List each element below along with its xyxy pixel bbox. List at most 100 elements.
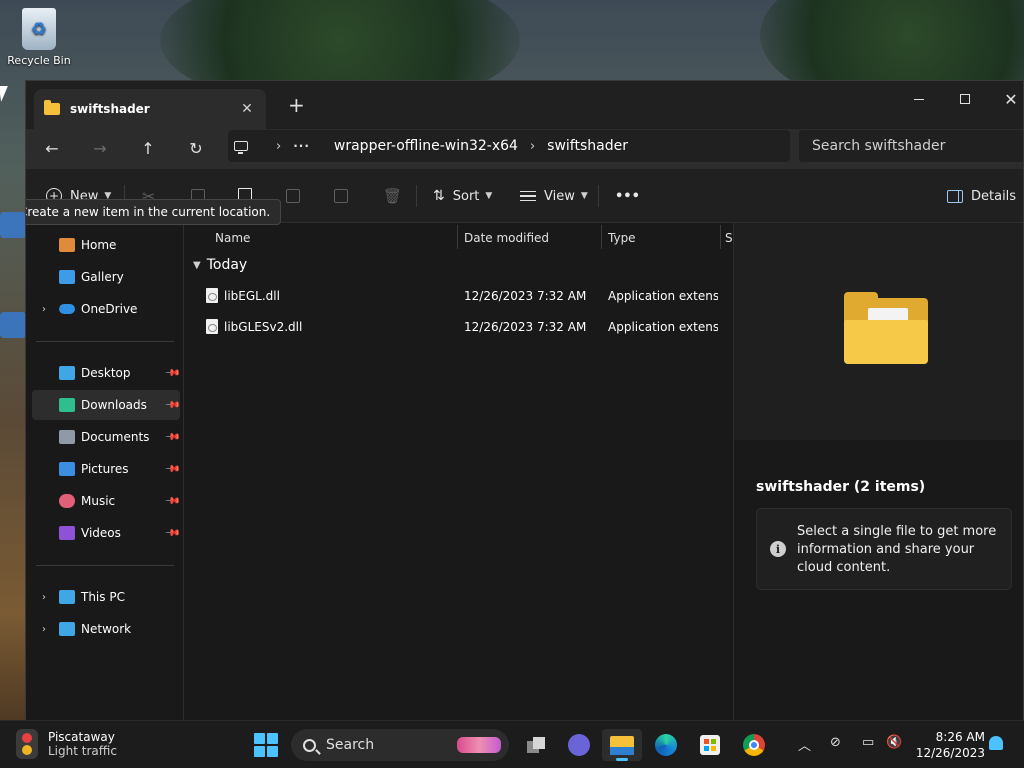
breadcrumb-wrapper[interactable]: wrapper-offline-win32-x64 [334,138,518,154]
desktop-partial-icon[interactable] [0,212,26,238]
preview-area [734,223,1023,440]
view-label: View [544,188,575,204]
home-icon [59,238,75,252]
search-highlight-icon [457,737,501,753]
sidebar-item-pictures[interactable]: Pictures 📌 [32,454,180,484]
pin-icon[interactable]: 📌 [163,397,180,414]
sidebar-item-music[interactable]: Music 📌 [32,486,180,516]
desktop-recycle-bin[interactable]: ♻ Recycle Bin [4,8,74,67]
details-button[interactable]: Details [947,181,1016,211]
store-icon [700,735,720,755]
desktop-partial-icon[interactable] [0,312,26,338]
file-date: 12/26/2023 7:32 AM [464,289,587,303]
delete-button[interactable]: 🗑 [383,181,402,211]
table-row[interactable]: libEGL.dll 12/26/2023 7:32 AM Applicatio… [185,281,733,311]
store-taskbar-button[interactable] [690,729,730,761]
tray-overflow-chevron-icon[interactable]: ︿ [798,735,811,754]
taskbar: Piscataway Light traffic Search ︿ ⊘ ▭ 🔇 … [0,720,1024,768]
table-row[interactable]: libGLESv2.dll 12/26/2023 7:32 AM Applica… [185,312,733,342]
sidebar-item-onedrive[interactable]: › OneDrive [32,294,180,324]
sidebar-item-label: Gallery [81,270,124,284]
edge-taskbar-button[interactable] [646,729,686,761]
sidebar-item-home[interactable]: Home [32,230,180,260]
trash-icon: 🗑 [383,187,403,205]
minimize-button[interactable] [896,85,942,113]
weather-widget[interactable]: Piscataway Light traffic [16,729,117,759]
taskbar-search[interactable]: Search [291,729,509,761]
start-button[interactable] [254,733,278,757]
maximize-button[interactable] [942,85,988,113]
file-explorer-window: swiftshader ✕ + ✕ ← → ↑ ↻ › ··· wrapper-… [25,80,1024,721]
sort-label: Sort [452,188,480,204]
chevron-down-icon: ▼ [580,191,588,201]
pin-icon[interactable]: 📌 [163,525,180,542]
minimize-icon [914,98,924,100]
view-lines-icon [520,188,536,205]
display-icon[interactable]: ▭ [862,735,874,750]
more-options-button[interactable]: ••• [615,181,640,211]
active-indicator [616,758,628,761]
details-label: Details [971,188,1017,204]
share-icon [334,189,348,203]
pictures-icon [59,462,75,476]
chevron-right-icon[interactable]: › [42,592,46,603]
column-header-type[interactable]: Type [602,223,720,253]
search-icon [303,738,316,752]
search-input[interactable]: Search swiftshader [799,130,1023,162]
sidebar-item-this-pc[interactable]: › This PC [32,582,180,612]
chevron-right-icon[interactable]: › [42,624,46,635]
sidebar-item-downloads[interactable]: Downloads 📌 [32,390,180,420]
file-explorer-taskbar-button[interactable] [602,729,642,761]
column-header-name[interactable]: Name [209,223,459,253]
details-info-text: Select a single file to get more informa… [797,524,997,575]
meet-app-button[interactable] [559,729,599,761]
close-window-button[interactable]: ✕ [988,85,1023,113]
sidebar-item-label: Music [81,494,116,508]
breadcrumb-swiftshader[interactable]: swiftshader [547,138,628,154]
share-button[interactable] [334,181,348,211]
pin-icon[interactable]: 📌 [163,365,180,382]
notification-bell-icon[interactable] [989,736,1003,750]
new-tab-button[interactable]: + [288,93,305,117]
sidebar-item-documents[interactable]: Documents 📌 [32,422,180,452]
sort-button[interactable]: ⇅ Sort ▼ [433,181,492,211]
breadcrumb-overflow-button[interactable]: ··· [293,139,310,153]
rename-icon [286,189,300,203]
divider [36,565,174,566]
sidebar-item-label: Network [81,622,132,636]
rename-button[interactable] [286,181,300,211]
clock[interactable]: 8:26 AM 12/26/2023 [905,729,985,761]
file-date: 12/26/2023 7:32 AM [464,320,587,334]
details-pane-icon [947,189,963,203]
forward-button[interactable]: → [84,133,116,163]
column-header-size[interactable]: S [721,223,733,253]
pin-icon[interactable]: 📌 [163,429,180,446]
chevron-right-icon[interactable]: › [42,304,46,315]
sidebar-item-label: Desktop [81,366,131,380]
folder-icon [44,100,60,115]
sidebar-item-network[interactable]: › Network [32,614,180,644]
network-offline-icon[interactable]: ⊘ [830,735,841,750]
clock-time: 8:26 AM [935,730,985,744]
volume-muted-icon[interactable]: 🔇 [886,735,902,750]
view-button[interactable]: View ▼ [520,181,588,211]
chrome-taskbar-button[interactable] [734,729,774,761]
pin-icon[interactable]: 📌 [163,461,180,478]
arrow-right-icon: → [93,138,107,158]
up-button[interactable]: ↑ [132,133,164,163]
sidebar-item-label: Videos [81,526,121,540]
sidebar-item-videos[interactable]: Videos 📌 [32,518,180,548]
sidebar-item-gallery[interactable]: Gallery [32,262,180,292]
back-button[interactable]: ← [36,133,68,163]
address-bar[interactable]: › ··· wrapper-offline-win32-x64 › swifts… [228,130,790,162]
arrow-left-icon: ← [45,138,59,158]
group-header-today[interactable]: ▼ Today [193,257,247,273]
tab-swiftshader[interactable]: swiftshader ✕ [34,89,266,129]
sidebar-item-desktop[interactable]: Desktop 📌 [32,358,180,388]
refresh-icon: ↻ [189,138,203,158]
refresh-button[interactable]: ↻ [180,133,212,163]
task-view-button[interactable] [516,729,556,761]
pin-icon[interactable]: 📌 [163,493,180,510]
tab-close-icon[interactable]: ✕ [238,101,256,117]
column-header-date-modified[interactable]: Date modified [458,223,598,253]
